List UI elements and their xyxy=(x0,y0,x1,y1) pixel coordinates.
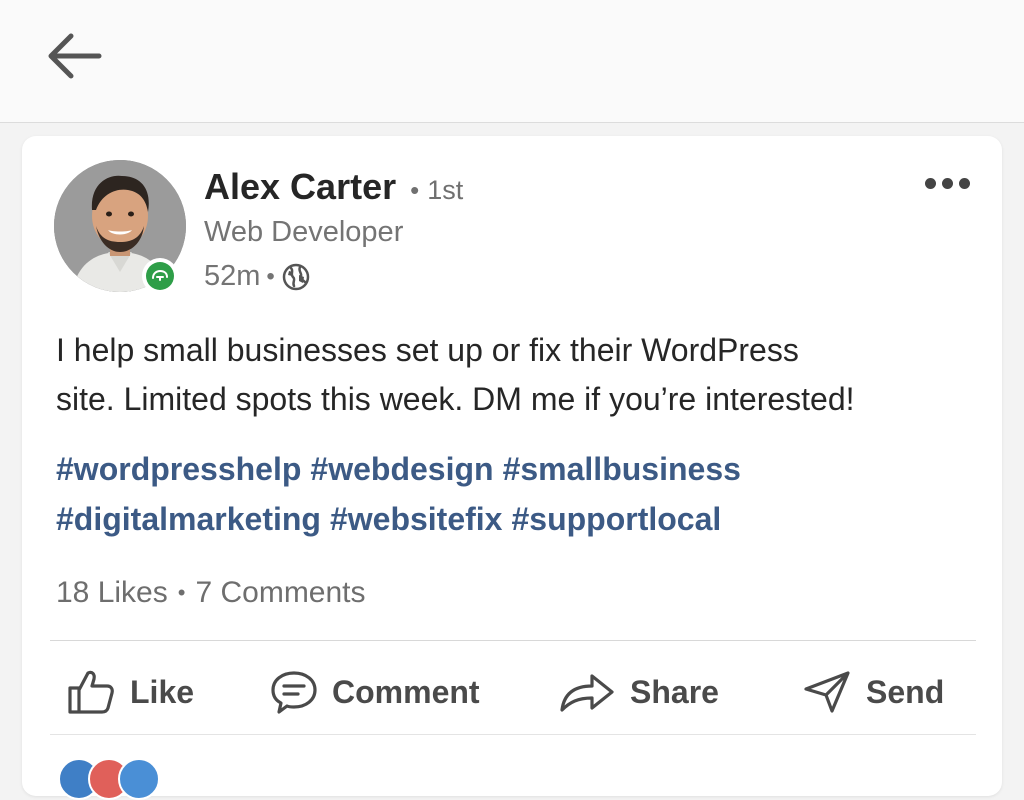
connection-degree: 1st xyxy=(427,175,464,205)
post-text-line: I help small businesses set up or fix th… xyxy=(56,332,799,368)
post-meta: 52m • xyxy=(204,260,311,293)
hashtag-line: #wordpresshelp #webdesign #smallbusiness xyxy=(56,444,996,494)
divider xyxy=(50,734,976,735)
send-button[interactable]: Send xyxy=(802,660,944,724)
more-dot xyxy=(942,178,953,189)
social-counts: 18 Likes • 7 Comments xyxy=(56,576,366,610)
author-headline: Web Developer xyxy=(204,216,404,248)
post-text: I help small businesses set up or fix th… xyxy=(56,326,996,424)
hashtags: #wordpresshelp #webdesign #smallbusiness #… xyxy=(56,444,996,544)
like-label: Like xyxy=(130,673,195,710)
like-button[interactable]: Like xyxy=(66,660,194,724)
hashtag-link[interactable]: #websitefix xyxy=(330,501,503,537)
send-label: Send xyxy=(866,673,945,710)
comment-button[interactable]: Comment xyxy=(270,660,480,724)
green-status-badge-icon xyxy=(152,269,168,281)
hashtag-link[interactable]: #smallbusiness xyxy=(503,451,741,487)
post-text-line: site. Limited spots this week. DM me if … xyxy=(56,381,855,417)
share-label: Share xyxy=(630,673,719,710)
separator-dot: • xyxy=(177,580,186,605)
thumbs-up-icon xyxy=(68,670,114,714)
share-button[interactable]: Share xyxy=(558,660,719,724)
hashtag-link[interactable]: #digitalmarketing xyxy=(56,501,321,537)
back-button[interactable] xyxy=(40,26,108,86)
separator-dot: • xyxy=(410,175,420,205)
divider xyxy=(50,640,976,641)
send-icon xyxy=(804,671,850,713)
more-horizontal-icon xyxy=(925,178,936,189)
post-card: Alex Carter • 1st Web Developer 52m • I … xyxy=(22,136,1002,800)
hashtag-line: #digitalmarketing #websitefix #supportloca… xyxy=(56,494,996,544)
comment-label: Comment xyxy=(332,673,480,710)
post-time: 52m xyxy=(204,260,261,292)
reaction-avatars[interactable] xyxy=(58,758,188,800)
more-options-button[interactable] xyxy=(923,172,972,195)
more-dot xyxy=(959,178,970,189)
author-name[interactable]: Alex Carter xyxy=(204,166,396,208)
comment-icon xyxy=(271,671,317,714)
globe-icon xyxy=(282,263,310,290)
comments-count[interactable]: 7 Comments xyxy=(195,576,365,610)
hashtag-link[interactable]: #wordpresshelp xyxy=(56,451,301,487)
author-row: Alex Carter • 1st xyxy=(204,166,463,208)
hashtag-link[interactable]: #supportlocal xyxy=(511,501,721,537)
arrow-left-icon xyxy=(48,33,102,79)
action-bar: Like Comment Share Send xyxy=(50,660,976,724)
likes-count[interactable]: 18 Likes xyxy=(56,576,168,610)
status-badge xyxy=(142,258,178,294)
share-arrow-icon xyxy=(560,674,614,712)
hashtag-link[interactable]: #webdesign xyxy=(310,451,493,487)
separator-dot: • xyxy=(266,262,275,290)
reaction-avatar xyxy=(118,758,160,800)
top-app-bar xyxy=(0,0,1024,123)
